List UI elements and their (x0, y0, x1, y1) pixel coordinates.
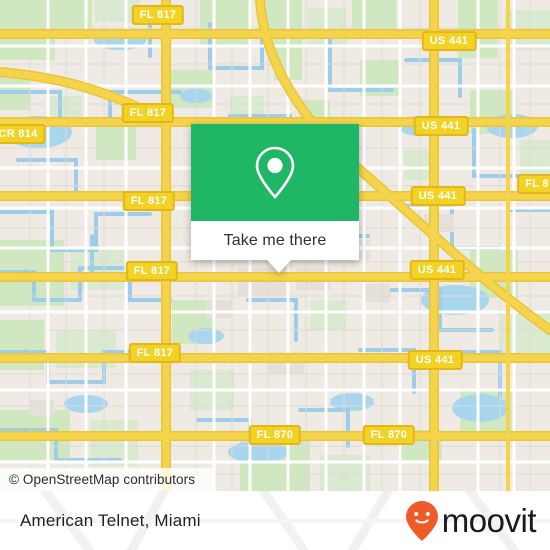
route-shield-label: FL 817 (129, 107, 167, 119)
route-shield-label: FL 817 (136, 347, 174, 359)
route-shield-label: FL 817 (133, 265, 171, 277)
footer-bar: American Telnet, Miami moovit (0, 491, 550, 550)
route-shield: FL 8 (517, 174, 550, 194)
route-shield: FL 870 (248, 425, 302, 445)
route-shield-label: US 441 (417, 264, 457, 276)
osm-attribution: © OpenStreetMap contributors (0, 468, 214, 491)
route-shield: FL 817 (122, 191, 176, 211)
osm-attribution-text: © OpenStreetMap contributors (9, 472, 196, 487)
route-shield: FL 817 (121, 103, 175, 123)
route-shield-label: US 441 (429, 35, 469, 47)
route-shield: FL 817 (128, 343, 182, 363)
map-pin-icon (255, 146, 295, 199)
route-shield: FL 817 (125, 261, 179, 281)
route-shield-label: CR 814 (0, 128, 38, 140)
route-shield-label: US 441 (418, 190, 458, 202)
route-shield: US 441 (410, 186, 466, 206)
route-shield: FL 870 (362, 425, 416, 445)
take-me-there-label: Take me there (223, 231, 327, 249)
route-shield: US 441 (407, 350, 463, 370)
moovit-wordmark: moovit (441, 502, 537, 539)
route-shield-label: FL 8 (525, 178, 549, 190)
moovit-map-screenshot: .park{fill:#cfe8c0} .park2{fill:#d9ead0}… (0, 0, 550, 550)
route-shield-label: FL 817 (130, 195, 168, 207)
location-popup-card[interactable]: Take me there (191, 124, 359, 273)
moovit-pin-smile-icon (405, 500, 438, 541)
take-me-there-button[interactable]: Take me there (191, 221, 359, 260)
popup-pointer-tail (267, 260, 291, 273)
popup-header (191, 124, 359, 221)
route-shield-label: FL 817 (139, 9, 177, 21)
route-shield-label: FL 870 (256, 429, 294, 441)
page-title: American Telnet, Miami (20, 491, 201, 550)
route-shield: US 441 (421, 31, 477, 51)
route-shield-label: FL 870 (370, 429, 408, 441)
route-shield: US 441 (409, 260, 465, 280)
route-shield-label: US 441 (415, 354, 455, 366)
route-shield: CR 814 (0, 124, 46, 144)
moovit-logo[interactable]: moovit (405, 491, 537, 550)
route-shield: US 441 (413, 116, 469, 136)
page-title-text: American Telnet, Miami (20, 510, 201, 530)
route-shield: FL 817 (131, 5, 185, 25)
route-shield-label: US 441 (421, 120, 461, 132)
